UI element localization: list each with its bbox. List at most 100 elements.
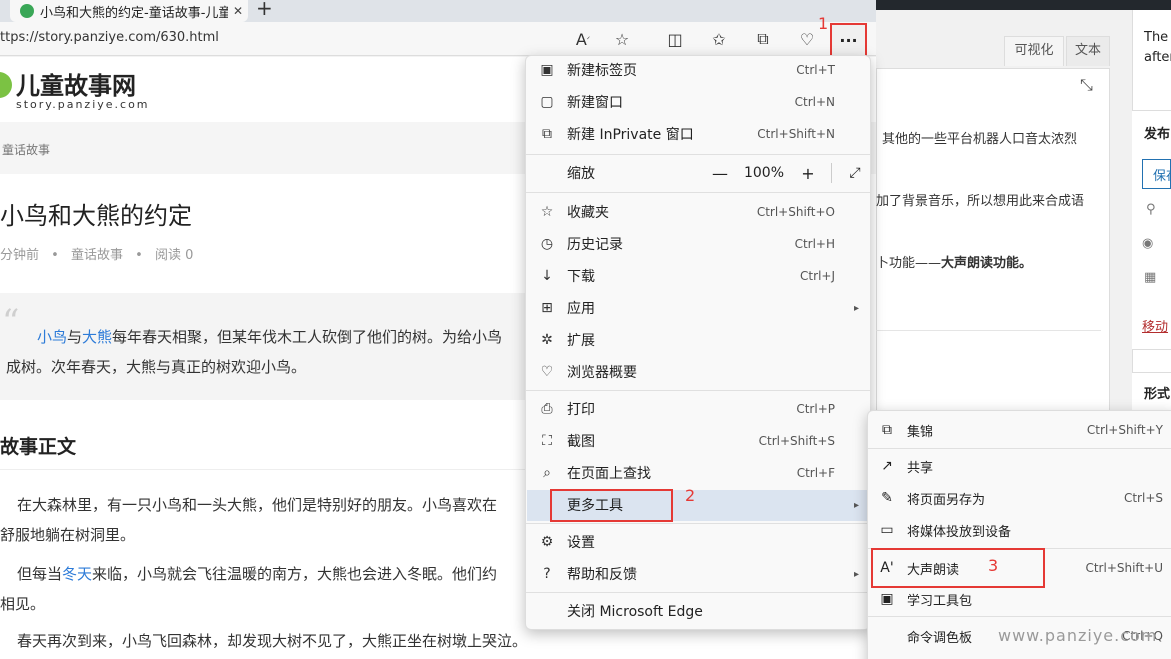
submenu-item-collections[interactable]: ⧉ 集锦 Ctrl+Shift+Y	[867, 415, 1171, 445]
editor-line-2: 加了背景音乐，所以想用此来合成语	[876, 194, 1085, 209]
menu-separator	[526, 192, 870, 193]
zoom-row: 缩放 — 100% + ⤢	[525, 157, 871, 189]
favorites-bar-icon[interactable]: ✩	[708, 28, 730, 50]
favorite-star-icon[interactable]: ☆	[611, 28, 633, 50]
menu-label: 浏览器概要	[567, 365, 637, 381]
fullscreen-button[interactable]: ⤢	[842, 165, 868, 181]
menu-item-find-on-page[interactable]: ⌕ 在页面上查找 Ctrl+F	[525, 458, 871, 488]
pin-icon: ⚲	[1146, 202, 1156, 217]
fullscreen-icon[interactable]: ⤡	[1080, 75, 1093, 95]
article-meta: 分钟前 • 童话故事 • 阅读 0	[0, 244, 193, 263]
close-tab-icon[interactable]: ✕	[228, 4, 248, 18]
meta-time: 分钟前	[0, 248, 40, 263]
menu-item-new-inprivate[interactable]: ⧉ 新建 InPrivate 窗口 Ctrl+Shift+N	[525, 119, 871, 149]
quote-rest: 每年春天相聚，但某年伐木工人砍倒了他们的树。为给小鸟	[112, 328, 503, 346]
menu-separator	[526, 523, 870, 524]
paragraph-1-line-2: 舒服地躺在树洞里。	[0, 526, 136, 544]
menu-item-extensions[interactable]: ✲ 扩展	[525, 325, 871, 355]
submenu-item-cast-media[interactable]: ▭ 将媒体投放到设备	[867, 515, 1171, 545]
submenu-item-learning-toolkit[interactable]: ▣ 学习工具包	[867, 584, 1171, 614]
zoom-in-button[interactable]: +	[795, 164, 821, 183]
breadcrumb[interactable]: 童话故事	[2, 141, 50, 158]
link-bear[interactable]: 大熊	[82, 328, 112, 346]
calendar-icon: ▦	[1144, 270, 1157, 285]
annotation-box-2	[550, 489, 673, 522]
menu-item-downloads[interactable]: ↓ 下载 Ctrl+J	[525, 261, 871, 291]
site-domain: story.panziye.com	[16, 98, 150, 111]
eye-icon: ◉	[1142, 236, 1154, 251]
browser-essentials-icon: ♡	[540, 364, 554, 380]
submenu-label: 集锦	[907, 424, 934, 440]
menu-label: 新建 InPrivate 窗口	[567, 127, 694, 143]
history-icon: ◷	[540, 236, 554, 252]
settings-icon: ⚙	[540, 534, 554, 550]
find-icon: ⌕	[543, 465, 551, 481]
article-title: 小鸟和大熊的约定	[0, 202, 192, 230]
watermark: www.panziye.com	[998, 626, 1158, 645]
move-to-trash-link[interactable]: 移动	[1142, 316, 1168, 335]
quote-icon: “	[2, 302, 20, 342]
browser-tab[interactable]: 小鸟和大熊的约定-童话故事-儿童 ✕	[10, 0, 248, 22]
menu-item-favorites[interactable]: ☆ 收藏夹 Ctrl+Shift+O	[525, 197, 871, 227]
meta-dot: •	[135, 248, 143, 263]
tab-text[interactable]: 文本	[1066, 36, 1110, 66]
menu-item-print[interactable]: ⎙ 打印 Ctrl+P	[525, 394, 871, 424]
menu-item-new-window[interactable]: ▢ 新建窗口 Ctrl+N	[525, 87, 871, 117]
meta-category[interactable]: 童话故事	[71, 248, 123, 263]
submenu-label: 将媒体投放到设备	[907, 524, 1012, 540]
share-icon: ↗	[881, 458, 893, 474]
submenu-item-save-page-as[interactable]: ✎ 将页面另存为 Ctrl+S	[867, 483, 1171, 513]
new-tab-button[interactable]: +	[256, 0, 273, 20]
favicon-icon	[20, 4, 34, 18]
collections-toolbar-icon[interactable]: ⧉	[752, 28, 774, 50]
split-screen-icon[interactable]: ◫	[664, 28, 686, 50]
menu-item-new-tab[interactable]: ▣ 新建标签页 Ctrl+T	[525, 55, 871, 85]
read-aloud-toolbar-icon[interactable]: Aᐟ	[572, 28, 594, 50]
tab-title: 小鸟和大熊的约定-童话故事-儿童	[40, 5, 228, 21]
menu-item-browser-essentials[interactable]: ♡ 浏览器概要	[525, 357, 871, 387]
print-icon: ⎙	[541, 401, 553, 417]
submenu-label: 共享	[907, 460, 934, 476]
tab-visual[interactable]: 可视化	[1004, 36, 1064, 66]
menu-item-settings[interactable]: ⚙ 设置	[525, 527, 871, 557]
submenu-arrow-icon: ▸	[853, 302, 859, 314]
link-bird[interactable]: 小鸟	[37, 328, 67, 346]
submenu-label: 学习工具包	[907, 593, 973, 609]
annotation-label-1: 1	[818, 14, 829, 33]
paragraph-1-line-1: 在大森林里，有一只小鸟和一头大熊，他们是特别好的朋友。小鸟喜欢在	[17, 496, 498, 514]
save-draft-button[interactable]: 保存	[1142, 159, 1171, 189]
editor-divider	[876, 330, 1101, 331]
menu-item-history[interactable]: ◷ 历史记录 Ctrl+H	[525, 229, 871, 259]
submenu-shortcut: Ctrl+S	[1123, 491, 1163, 505]
submenu-arrow-icon: ▸	[853, 568, 859, 580]
browser-essentials-toolbar-icon[interactable]: ♡	[796, 28, 818, 50]
url-text[interactable]: ttps://story.panziye.com/630.html	[0, 30, 219, 45]
paragraph-2-line-2: 相见。	[0, 595, 46, 613]
menu-item-help[interactable]: ? 帮助和反馈 ▸	[525, 559, 871, 589]
menu-shortcut: Ctrl+N	[794, 95, 835, 109]
menu-separator	[526, 390, 870, 391]
wp-admin-bar	[876, 0, 1171, 10]
menu-label: 截图	[567, 434, 595, 450]
menu-label: 下载	[567, 269, 595, 285]
menu-label: 在页面上查找	[567, 466, 651, 482]
quote-and: 与	[67, 328, 83, 346]
menu-label: 收藏夹	[567, 205, 609, 221]
publish-heading: 发布	[1144, 127, 1171, 142]
zoom-out-button[interactable]: —	[707, 164, 733, 183]
settings-and-more-button[interactable]: ···	[830, 23, 867, 57]
site-name[interactable]: 儿童故事网	[16, 66, 136, 101]
menu-item-close-edge[interactable]: 关闭 Microsoft Edge	[525, 596, 871, 626]
submenu-item-share[interactable]: ↗ 共享	[867, 451, 1171, 481]
editor-line-3: 卜功能——大声朗读功能。	[876, 252, 1032, 271]
favorites-icon: ☆	[540, 204, 554, 220]
link-winter[interactable]: 冬天	[62, 565, 92, 583]
extensions-icon: ✲	[541, 332, 553, 348]
paragraph-2-line-1: 但每当冬天来临，小鸟就会飞往温暖的南方，大熊也会进入冬眠。他们约	[17, 563, 497, 584]
new-window-icon: ▢	[540, 94, 554, 110]
menu-item-screenshot[interactable]: ⛶ 截图 Ctrl+Shift+S	[525, 426, 871, 456]
publish-box	[1132, 110, 1171, 350]
menu-label: 帮助和反馈	[567, 567, 637, 583]
menu-item-apps[interactable]: ⊞ 应用 ▸	[525, 293, 871, 323]
section-title: 故事正文	[0, 436, 77, 458]
